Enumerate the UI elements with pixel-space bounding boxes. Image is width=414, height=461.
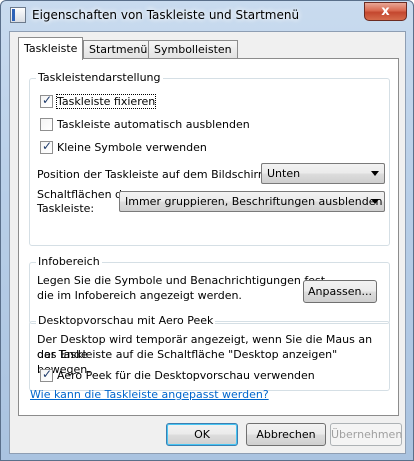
checkbox-lock-taskbar[interactable]: Taskleiste fixieren [40, 93, 157, 109]
group-title-taskbar-appearance: Taskleistendarstellung [36, 71, 163, 84]
chevron-down-icon [371, 199, 379, 204]
checkbox-auto-hide[interactable]: Taskleiste automatisch ausblenden [40, 116, 250, 132]
checkbox-box[interactable] [40, 93, 53, 108]
close-button[interactable]: x [364, 2, 407, 21]
position-dropdown[interactable]: Unten [261, 163, 385, 184]
aero-peek-group: Desktopvorschau mit Aero Peek Der Deskto… [29, 314, 390, 391]
chevron-down-icon [371, 171, 379, 176]
apply-button[interactable]: Übernehmen [330, 423, 402, 446]
checkbox-aero-peek[interactable]: Aero Peek für die Desktopvorschau verwen… [40, 367, 315, 383]
taskbar-buttons-value: Immer gruppieren, Beschriftungen ausblen… [125, 195, 383, 208]
properties-window: Eigenschaften von Taskleiste und Startme… [0, 0, 414, 461]
tab-startmenu[interactable]: Startmenü [83, 40, 154, 59]
dialog-body: Taskleiste Startmenü Symbolleisten Taskl… [9, 31, 406, 454]
notification-description-line1: Legen Sie die Symbole und Benachrichtigu… [37, 274, 329, 287]
buttons-label-line2: Taskleiste: [37, 202, 95, 215]
tab-panel-taskleiste: Taskleistendarstellung Taskleiste fixier… [18, 58, 399, 416]
tab-symbolleisten[interactable]: Symbolleisten [148, 40, 238, 59]
customize-button[interactable]: Anpassen... [303, 280, 377, 303]
checkbox-box[interactable] [40, 367, 53, 382]
checkbox-label: Taskleiste automatisch ausblenden [57, 117, 250, 131]
group-title-aero-peek: Desktopvorschau mit Aero Peek [36, 314, 216, 327]
checkbox-box[interactable] [40, 139, 53, 154]
position-label: Position der Taskleiste auf dem Bildschi… [37, 168, 273, 181]
group-title-notification-area: Infobereich [36, 255, 102, 268]
taskbar-appearance-group: Taskleistendarstellung Taskleiste fixier… [29, 71, 390, 246]
title-bar[interactable]: Eigenschaften von Taskleiste und Startme… [1, 1, 413, 30]
checkbox-label: Kleine Symbole verwenden [57, 140, 207, 154]
checkbox-label: Taskleiste fixieren [55, 93, 157, 109]
position-value: Unten [267, 167, 301, 180]
help-link[interactable]: Wie kann die Taskleiste angepasst werden… [30, 388, 269, 401]
ok-button[interactable]: OK [166, 423, 238, 446]
checkbox-box[interactable] [40, 117, 53, 131]
notification-description-line2: die im Infobereich angezeigt werden. [37, 289, 242, 302]
checkbox-small-icons[interactable]: Kleine Symbole verwenden [40, 139, 207, 155]
cancel-button[interactable]: Abbrechen [246, 423, 326, 446]
tab-taskleiste[interactable]: Taskleiste [18, 37, 84, 60]
checkbox-label: Aero Peek für die Desktopvorschau verwen… [57, 368, 315, 382]
taskbar-properties-icon [10, 7, 26, 23]
window-title: Eigenschaften von Taskleiste und Startme… [32, 8, 300, 22]
taskbar-buttons-dropdown[interactable]: Immer gruppieren, Beschriftungen ausblen… [119, 191, 385, 212]
